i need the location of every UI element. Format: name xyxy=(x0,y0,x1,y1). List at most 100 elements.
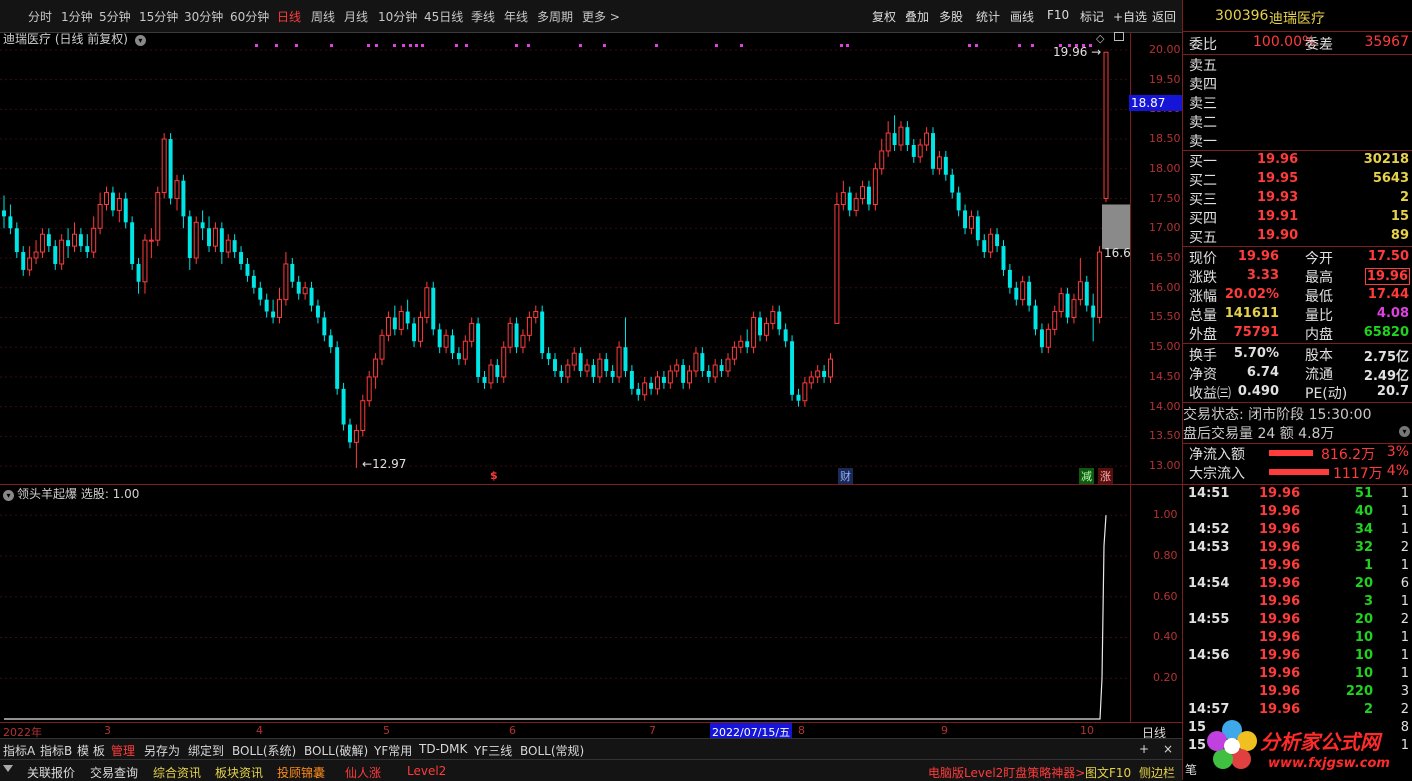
tick-count: 2 xyxy=(1400,612,1409,627)
tab-advisor-tips[interactable]: 投顾锦囊 xyxy=(277,764,325,781)
tf-yearly[interactable]: 年线 xyxy=(504,8,528,25)
tf-daily[interactable]: 日线 xyxy=(277,8,301,25)
stat-label: 流通 xyxy=(1305,367,1333,383)
add-tab-button[interactable]: + xyxy=(1139,742,1149,756)
window-toggle-icon[interactable] xyxy=(1114,32,1124,41)
stat-value: 0.490 xyxy=(1237,384,1279,399)
multi-stock-button[interactable]: 多股 xyxy=(939,8,963,25)
candle-body xyxy=(366,376,372,402)
candle-body xyxy=(27,257,33,271)
candle-body xyxy=(610,371,615,377)
candle-body xyxy=(995,234,1000,247)
bid-price: 19.91 xyxy=(1257,209,1299,224)
candle-body xyxy=(661,376,666,383)
collapse-arrow-icon[interactable] xyxy=(3,765,13,772)
tab-trade-query[interactable]: 交易查询 xyxy=(90,764,138,781)
signal-dot xyxy=(402,44,405,47)
limit-up-marker[interactable]: 涨 xyxy=(1098,468,1113,484)
net-inflow-bar xyxy=(1269,450,1313,456)
tab-template[interactable]: 模 板 xyxy=(77,742,105,759)
candle-body xyxy=(258,287,263,300)
mark-button[interactable]: 标记 xyxy=(1080,8,1104,25)
tab-sector-news[interactable]: 板块资讯 xyxy=(215,764,263,781)
stat-value: 75791 xyxy=(1233,325,1279,340)
candle-body xyxy=(719,365,724,371)
indicator-panel[interactable]: ▾ 领头羊起爆 选股: 1.00 1.00 0.80 0.60 0.40 0.20 xyxy=(0,484,1182,723)
candle-body xyxy=(2,210,6,217)
tf-45day[interactable]: 45日线 xyxy=(424,8,463,25)
candle-body xyxy=(667,370,673,384)
tf-more[interactable]: 更多 > xyxy=(582,8,620,25)
candle-body xyxy=(1052,311,1058,330)
financial-report-marker[interactable]: 财 xyxy=(838,468,853,484)
tab-boll-regular[interactable]: BOLL(常规) xyxy=(520,742,584,759)
candle-body xyxy=(193,221,199,259)
tf-5min[interactable]: 5分钟 xyxy=(99,8,131,25)
weicha-value: 35967 xyxy=(1364,34,1409,50)
tab-bind-to[interactable]: 绑定到 xyxy=(188,742,224,759)
tf-15min[interactable]: 15分钟 xyxy=(139,8,178,25)
candle-body xyxy=(283,263,289,301)
price-chart-panel[interactable]: 迪瑞医疗 (日线 前复权) ▾ 13.00 13.50 14.00 14.50 15.0… xyxy=(0,32,1182,484)
tab-f10-graphic[interactable]: 图文F10 xyxy=(1085,764,1131,781)
tf-60min[interactable]: 60分钟 xyxy=(230,8,269,25)
fuquan-button[interactable]: 复权 xyxy=(872,8,896,25)
chevron-down-icon[interactable]: ▾ xyxy=(1399,426,1410,437)
stats-button[interactable]: 统计 xyxy=(976,8,1000,25)
back-button[interactable]: 返回 xyxy=(1152,8,1176,25)
tab-boll-cracked[interactable]: BOLL(破解) xyxy=(304,742,368,759)
dividend-marker[interactable]: $ xyxy=(490,469,498,482)
tf-weekly[interactable]: 周线 xyxy=(311,8,335,25)
tf-1min[interactable]: 1分钟 xyxy=(61,8,93,25)
tab-xianren[interactable]: 仙人涨 xyxy=(345,764,381,781)
trade-status: 交易状态: 闭市阶段 15:30:00 xyxy=(1183,407,1372,423)
tf-fenshi[interactable]: 分时 xyxy=(28,8,52,25)
overlay-button[interactable]: 叠加 xyxy=(905,8,929,25)
tab-ticks[interactable]: 笔 xyxy=(1185,761,1197,778)
tf-10min[interactable]: 10分钟 xyxy=(378,8,417,25)
reduction-marker[interactable]: 减 xyxy=(1079,468,1094,484)
close-tab-button[interactable]: × xyxy=(1163,742,1173,756)
tf-30min[interactable]: 30分钟 xyxy=(184,8,223,25)
tab-general-news[interactable]: 综合资讯 xyxy=(153,764,201,781)
tab-td-dmk[interactable]: TD-DMK xyxy=(419,742,467,756)
tab-indicator-a[interactable]: 指标A xyxy=(3,742,35,759)
candle-body xyxy=(148,239,154,242)
candle-body xyxy=(168,139,173,199)
tick-price: 19.96 xyxy=(1259,576,1301,591)
candle-body xyxy=(181,180,186,217)
candle-body xyxy=(116,198,122,211)
tf-multi[interactable]: 多周期 xyxy=(537,8,573,25)
candle-body xyxy=(104,192,109,205)
candle-body xyxy=(1033,305,1038,330)
tick-price: 19.96 xyxy=(1259,486,1301,501)
tab-related-quotes[interactable]: 关联报价 xyxy=(27,764,75,781)
tab-yf-three-line[interactable]: YF三线 xyxy=(474,742,512,759)
stat-label: 净资 xyxy=(1189,367,1217,383)
level2-promo-link[interactable]: 电脑版Level2盯盘策略神器> xyxy=(928,764,1085,781)
signal-dot xyxy=(415,44,418,47)
tab-save-as[interactable]: 另存为 xyxy=(144,742,180,759)
tab-boll-system[interactable]: BOLL(系统) xyxy=(232,742,296,759)
stat-value: 3.33 xyxy=(1246,268,1279,283)
quote-stats: 现价 19.96 今开 17.50 涨跌 3.33 最高 19.96 涨幅 20.02% 最低 17.… xyxy=(1183,247,1412,343)
diamond-icon[interactable]: ◇ xyxy=(1096,32,1104,45)
tf-quarterly[interactable]: 季线 xyxy=(471,8,495,25)
signal-dot xyxy=(330,44,333,47)
date-label: 5 xyxy=(383,724,390,737)
candle-body xyxy=(1007,269,1012,288)
bid-price: 19.90 xyxy=(1257,228,1299,243)
draw-line-button[interactable]: 画线 xyxy=(1010,8,1034,25)
candle-body xyxy=(309,287,314,306)
f10-button[interactable]: F10 xyxy=(1047,8,1069,22)
tab-manage[interactable]: 管理 xyxy=(111,742,135,759)
tab-indicator-b[interactable]: 指标B xyxy=(40,742,72,759)
candle-body xyxy=(347,424,352,443)
tab-yf-common[interactable]: YF常用 xyxy=(374,742,412,759)
tick-price: 19.96 xyxy=(1259,522,1301,537)
tf-monthly[interactable]: 月线 xyxy=(344,8,368,25)
tab-sidebar[interactable]: 侧边栏 xyxy=(1139,764,1175,781)
add-watchlist-button[interactable]: +自选 xyxy=(1113,8,1147,25)
candle-body xyxy=(136,263,141,282)
tab-level2[interactable]: Level2 xyxy=(407,764,446,778)
